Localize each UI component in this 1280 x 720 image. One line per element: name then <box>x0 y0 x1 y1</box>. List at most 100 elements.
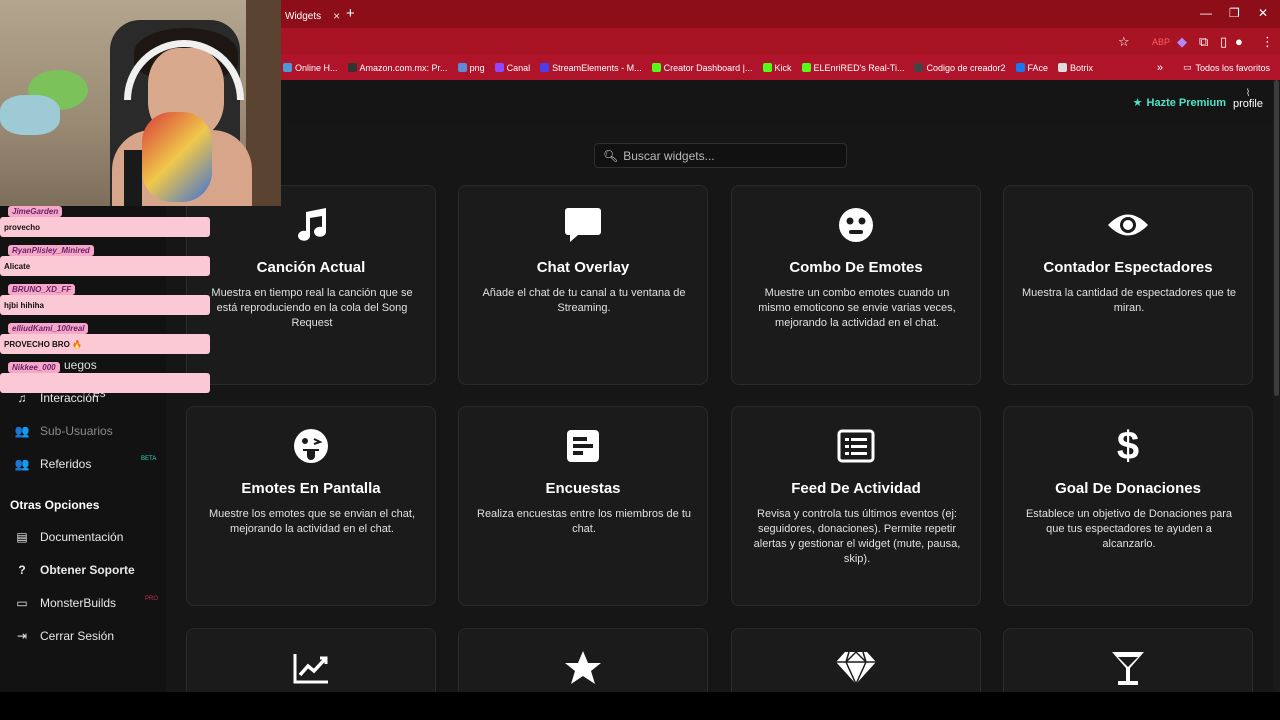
star-icon: ★ <box>1132 97 1143 109</box>
beta-badge: BETA <box>141 456 157 462</box>
card-description: Muestre un combo emotes cuando un mismo … <box>758 287 956 329</box>
chat-username: BRUNO_XD_FF <box>8 284 76 295</box>
sidebar-item-referidos[interactable]: 👥 Referidos <box>14 457 92 471</box>
sidebar-item-cerrar-sesion[interactable]: ⇥ Cerrar Sesión <box>14 629 114 643</box>
users-icon: 👥 <box>14 424 30 438</box>
card-title: Feed De Actividad <box>791 480 921 497</box>
bookmark-item[interactable]: Canal <box>494 63 530 73</box>
cocktail-icon <box>1004 649 1252 687</box>
widget-search-input[interactable]: 🔍︎ Buscar widgets... <box>594 143 847 168</box>
widget-card-feed-de-actividad[interactable]: Feed De Actividad Revisa y controla tus … <box>731 406 981 606</box>
card-description: Establece un objetivo de Donaciones para… <box>1025 508 1233 550</box>
bookmark-item[interactable]: Online H... <box>283 63 338 73</box>
chat-message-text: provecho <box>0 217 210 237</box>
folder-icon: ▭ <box>1182 62 1192 72</box>
bookmark-item[interactable]: Amazon.com.mx: Pr... <box>347 63 448 73</box>
star-icon <box>459 649 707 687</box>
bookmark-star-icon[interactable]: ☆ <box>1118 34 1130 50</box>
eye-icon <box>1004 206 1252 244</box>
scrollbar-thumb[interactable] <box>1274 80 1279 396</box>
bookmark-favicon-icon <box>283 63 292 72</box>
widget-card-combo-emotes[interactable]: Combo De Emotes Muestre un combo emotes … <box>731 185 981 385</box>
minimize-icon[interactable]: — <box>1200 6 1212 20</box>
widget-card-row3-2[interactable] <box>458 628 708 692</box>
bottom-letterbox <box>0 692 1280 720</box>
chat-message: Alicate RyanPlisley_Minired <box>0 245 212 281</box>
surprised-face-icon <box>732 206 980 244</box>
card-title: Chat Overlay <box>536 259 630 276</box>
chat-username: Nikkee_000 <box>8 362 60 373</box>
premium-button[interactable]: ★ Hazte Premium <box>1132 96 1226 110</box>
tab-close-icon[interactable]: × <box>333 9 340 23</box>
search-placeholder: Buscar widgets... <box>623 148 715 163</box>
chat-username: elliudKami_100real <box>8 323 89 334</box>
all-favorites-link[interactable]: Todos los favoritos <box>1195 63 1270 73</box>
poll-icon <box>459 427 707 465</box>
sidebar-item-monsterbuilds[interactable]: ▭ MonsterBuilds <box>14 596 116 610</box>
chat-message: PROVECHO BRO 🔥 elliudKami_100real <box>0 323 212 359</box>
widget-card-row3-3[interactable] <box>731 628 981 692</box>
other-options-heading: Otras Opciones <box>10 498 100 512</box>
bookmark-item[interactable]: Kick <box>762 63 792 73</box>
bookmark-favicon-icon <box>651 63 661 72</box>
dollar-icon: $ <box>1116 423 1140 468</box>
card-description: Muestra la cantidad de espectadores que … <box>1021 287 1237 314</box>
sidebar-item-label: MonsterBuilds <box>40 596 117 610</box>
profile-button[interactable]: ⌇ profile <box>1233 88 1263 110</box>
bookmark-favicon-icon <box>1058 63 1068 72</box>
widget-card-goal-de-donaciones[interactable]: $ Goal De Donaciones Establece un objeti… <box>1003 406 1253 606</box>
bookmark-favicon-icon <box>540 63 550 72</box>
chat-message-text: PROVECHO BRO 🔥 <box>0 334 210 354</box>
widget-card-row3-1[interactable] <box>186 628 436 692</box>
bookmark-item[interactable]: Creator Dashboard |... <box>651 63 753 73</box>
chat-message: provecho JimeGarden <box>0 206 212 242</box>
sidebar-item-label: Sub-Usuarios <box>40 424 113 438</box>
profile-label: profile <box>1233 98 1263 110</box>
close-window-icon[interactable]: ✕ <box>1258 6 1268 20</box>
widget-card-cancion-actual[interactable]: Canción Actual Muestra en tiempo real la… <box>186 185 436 385</box>
logout-icon: ⇥ <box>16 629 28 643</box>
card-description: Revisa y controla tus últimos eventos (e… <box>753 508 961 565</box>
adblock-extension-icon[interactable]: ABP <box>1152 37 1170 47</box>
bookmark-item[interactable]: FAce <box>1015 63 1048 73</box>
tab-title: Widgets <box>285 10 322 22</box>
bookmark-item[interactable]: Botrix <box>1058 63 1093 73</box>
bookmark-item[interactable]: png <box>457 63 485 73</box>
card-title: Goal De Donaciones <box>1055 480 1201 497</box>
chat-message: hjbi hihiha BRUNO_XD_FF <box>0 284 212 320</box>
widget-card-encuestas[interactable]: Encuestas Realiza encuestas entre los mi… <box>458 406 708 606</box>
new-tab-button[interactable]: + <box>346 5 355 22</box>
sidebar-item-label: Referidos <box>40 457 92 471</box>
sidebar-item-documentacion[interactable]: ▤ Documentación <box>14 530 123 544</box>
premium-label: Hazte Premium <box>1146 96 1226 109</box>
restore-icon[interactable]: ❐ <box>1229 6 1240 20</box>
bookmark-item[interactable]: StreamElements - M... <box>540 63 642 73</box>
music-note-icon <box>187 206 435 244</box>
widget-card-contador-espectadores[interactable]: Contador Espectadores Muestra la cantida… <box>1003 185 1253 385</box>
sidebar-toggle-icon[interactable]: ▯ <box>1220 34 1227 50</box>
bookmark-item[interactable]: Codigo de creador2 <box>914 63 1006 73</box>
card-description: Muestre los emotes que se envian el chat… <box>208 508 416 535</box>
widget-card-emotes-en-pantalla[interactable]: Emotes En Pantalla Muestre los emotes qu… <box>186 406 436 606</box>
bookmark-favicon-icon <box>801 63 811 72</box>
widget-card-row3-4[interactable] <box>1003 628 1253 692</box>
bookmark-favicon-icon <box>762 63 772 72</box>
extensions-icon[interactable]: ⧉ <box>1199 34 1208 50</box>
bookmark-item[interactable]: ELEnriRED's Real-Ti... <box>801 63 904 73</box>
bookmarks-overflow-icon[interactable]: » <box>1157 62 1163 74</box>
chat-bubble-icon <box>459 206 707 244</box>
book-icon: ▤ <box>16 530 28 544</box>
webcam-overlay <box>0 0 281 206</box>
bookmark-favicon-icon <box>914 63 924 72</box>
sidebar-item-obtener-soporte[interactable]: ? Obtener Soporte <box>14 563 135 577</box>
sidebar-item-sub-usuarios[interactable]: 👥 Sub-Usuarios <box>14 424 113 438</box>
card-title: Canción Actual <box>256 259 366 276</box>
twitch-extension-icon[interactable]: ◆ <box>1177 34 1187 50</box>
sidebar-item-label: Obtener Soporte <box>40 563 135 577</box>
browser-profile-icon[interactable]: ● <box>1235 34 1243 49</box>
chat-message-text: hjbi hihiha <box>0 295 210 315</box>
browser-menu-icon[interactable]: ⋮ <box>1261 34 1274 50</box>
list-icon <box>732 427 980 465</box>
widget-card-chat-overlay[interactable]: Chat Overlay Añade el chat de tu canal a… <box>458 185 708 385</box>
question-icon: ? <box>18 563 26 577</box>
